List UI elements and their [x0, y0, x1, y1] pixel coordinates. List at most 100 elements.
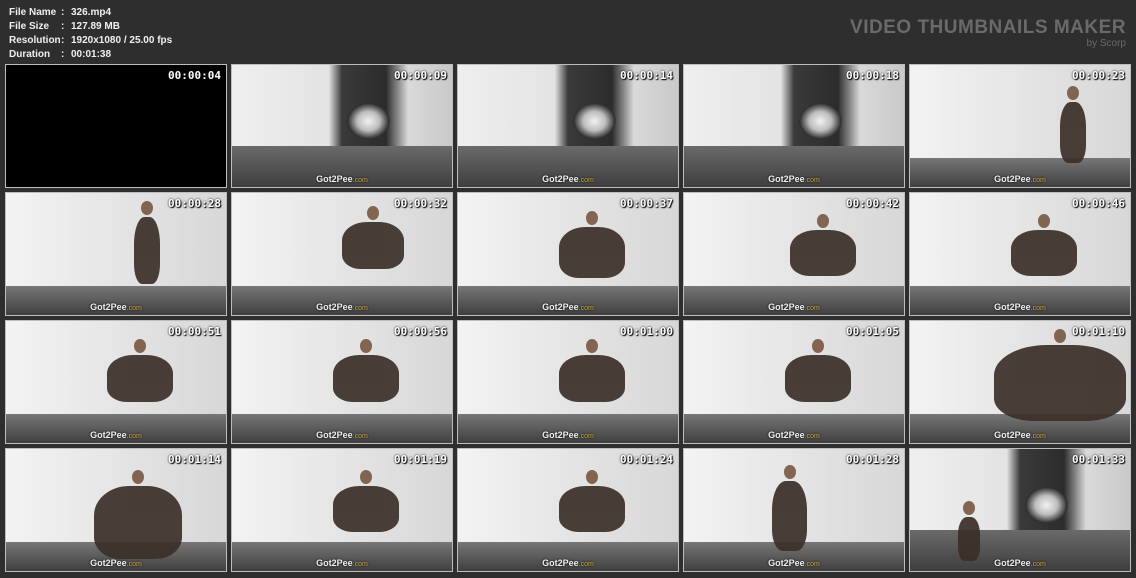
thumbnail[interactable]: 00:00:56 Got2Pee.com — [231, 320, 453, 444]
watermark-text: Got2Pee — [316, 302, 353, 312]
watermark: Got2Pee.com — [542, 174, 594, 184]
watermark: Got2Pee.com — [994, 430, 1046, 440]
thumbnail-image — [684, 65, 904, 187]
watermark-text: Got2Pee — [90, 302, 127, 312]
file-name-value: 326.mp4 — [71, 7, 112, 18]
watermark-suffix: .com — [126, 433, 142, 440]
person-figure — [958, 517, 981, 562]
file-size-value: 127.89 MB — [71, 21, 120, 32]
watermark: Got2Pee.com — [768, 174, 820, 184]
timestamp: 00:00:04 — [168, 69, 221, 82]
watermark-suffix: .com — [1030, 561, 1046, 568]
thumbnail[interactable]: 00:00:51 Got2Pee.com — [5, 320, 227, 444]
watermark-text: Got2Pee — [994, 302, 1031, 312]
watermark-suffix: .com — [1030, 177, 1046, 184]
watermark: Got2Pee.com — [90, 430, 142, 440]
thumbnail[interactable]: 00:00:23 Got2Pee.com — [909, 64, 1131, 188]
watermark-suffix: .com — [804, 305, 820, 312]
duration-row: Duration : 00:01:38 — [9, 48, 172, 62]
watermark-suffix: .com — [804, 433, 820, 440]
watermark-suffix: .com — [578, 305, 594, 312]
watermark: Got2Pee.com — [316, 302, 368, 312]
timestamp: 00:01:19 — [394, 453, 447, 466]
thumbnail[interactable]: 00:01:10 Got2Pee.com — [909, 320, 1131, 444]
duration-value: 00:01:38 — [71, 49, 112, 60]
thumbnail[interactable]: 00:01:28 Got2Pee.com — [683, 448, 905, 572]
timestamp: 00:01:28 — [846, 453, 899, 466]
watermark-text: Got2Pee — [994, 174, 1031, 184]
resolution-row: Resolution : 1920x1080 / 25.00 fps — [9, 34, 172, 48]
person-figure — [94, 485, 182, 559]
watermark-text: Got2Pee — [542, 174, 579, 184]
separator: : — [61, 35, 65, 46]
thumbnail[interactable]: 00:00:04 — [5, 64, 227, 188]
watermark-suffix: .com — [578, 433, 594, 440]
timestamp: 00:00:32 — [394, 197, 447, 210]
thumbnail[interactable]: 00:00:32 Got2Pee.com — [231, 192, 453, 316]
watermark-text: Got2Pee — [90, 430, 127, 440]
person-figure — [1011, 229, 1078, 276]
watermark-suffix: .com — [1030, 305, 1046, 312]
watermark-suffix: .com — [578, 561, 594, 568]
brand-logo: VIDEO THUMBNAILS MAKER by Scorp — [850, 18, 1126, 50]
thumbnail[interactable]: 00:01:19 Got2Pee.com — [231, 448, 453, 572]
resolution-label: Resolution — [9, 35, 61, 46]
person-figure — [993, 345, 1126, 422]
timestamp: 00:00:28 — [168, 197, 221, 210]
timestamp: 00:00:42 — [846, 197, 899, 210]
thumbnail-image — [458, 65, 678, 187]
watermark-text: Got2Pee — [994, 558, 1031, 568]
duration-label: Duration — [9, 49, 51, 60]
watermark-suffix: .com — [352, 561, 368, 568]
watermark: Got2Pee.com — [768, 302, 820, 312]
watermark-text: Got2Pee — [542, 302, 579, 312]
watermark-text: Got2Pee — [768, 174, 805, 184]
file-size-row: File Size : 127.89 MB — [9, 20, 172, 34]
watermark: Got2Pee.com — [768, 558, 820, 568]
watermark-suffix: .com — [1030, 433, 1046, 440]
person-figure — [559, 227, 626, 279]
watermark: Got2Pee.com — [316, 174, 368, 184]
person-figure — [559, 355, 626, 402]
watermark: Got2Pee.com — [542, 302, 594, 312]
watermark-suffix: .com — [126, 305, 142, 312]
timestamp: 00:01:10 — [1072, 325, 1125, 338]
person-figure — [772, 480, 808, 552]
thumbnail[interactable]: 00:00:28 Got2Pee.com — [5, 192, 227, 316]
watermark: Got2Pee.com — [994, 558, 1046, 568]
watermark: Got2Pee.com — [768, 430, 820, 440]
watermark-text: Got2Pee — [768, 430, 805, 440]
thumbnail[interactable]: 00:00:18 Got2Pee.com — [683, 64, 905, 188]
file-info-panel: File Name : 326.mp4 File Size : 127.89 M… — [9, 6, 172, 62]
thumbnail[interactable]: 00:00:37 Got2Pee.com — [457, 192, 679, 316]
watermark-suffix: .com — [352, 433, 368, 440]
timestamp: 00:01:33 — [1072, 453, 1125, 466]
timestamp: 00:00:09 — [394, 69, 447, 82]
timestamp: 00:00:18 — [846, 69, 899, 82]
thumbnail[interactable]: 00:01:05 Got2Pee.com — [683, 320, 905, 444]
timestamp: 00:00:51 — [168, 325, 221, 338]
thumbnail[interactable]: 00:01:00 Got2Pee.com — [457, 320, 679, 444]
thumbnail-image — [232, 65, 452, 187]
thumbnail-image — [910, 65, 1130, 187]
watermark-text: Got2Pee — [768, 302, 805, 312]
watermark: Got2Pee.com — [542, 430, 594, 440]
thumbnail[interactable]: 00:01:33 Got2Pee.com — [909, 448, 1131, 572]
watermark: Got2Pee.com — [994, 174, 1046, 184]
thumbnail-image — [910, 449, 1130, 571]
watermark-suffix: .com — [804, 561, 820, 568]
person-figure — [333, 355, 400, 402]
person-figure — [789, 229, 856, 276]
thumbnail[interactable]: 00:00:09 Got2Pee.com — [231, 64, 453, 188]
watermark: Got2Pee.com — [542, 558, 594, 568]
thumbnail[interactable]: 00:01:24 Got2Pee.com — [457, 448, 679, 572]
person-figure — [333, 485, 400, 532]
timestamp: 00:01:05 — [846, 325, 899, 338]
timestamp: 00:01:14 — [168, 453, 221, 466]
thumbnail[interactable]: 00:00:42 Got2Pee.com — [683, 192, 905, 316]
thumbnail[interactable]: 00:01:14 Got2Pee.com — [5, 448, 227, 572]
watermark-text: Got2Pee — [542, 430, 579, 440]
person-figure — [1059, 101, 1086, 163]
thumbnail[interactable]: 00:00:14 Got2Pee.com — [457, 64, 679, 188]
thumbnail[interactable]: 00:00:46 Got2Pee.com — [909, 192, 1131, 316]
